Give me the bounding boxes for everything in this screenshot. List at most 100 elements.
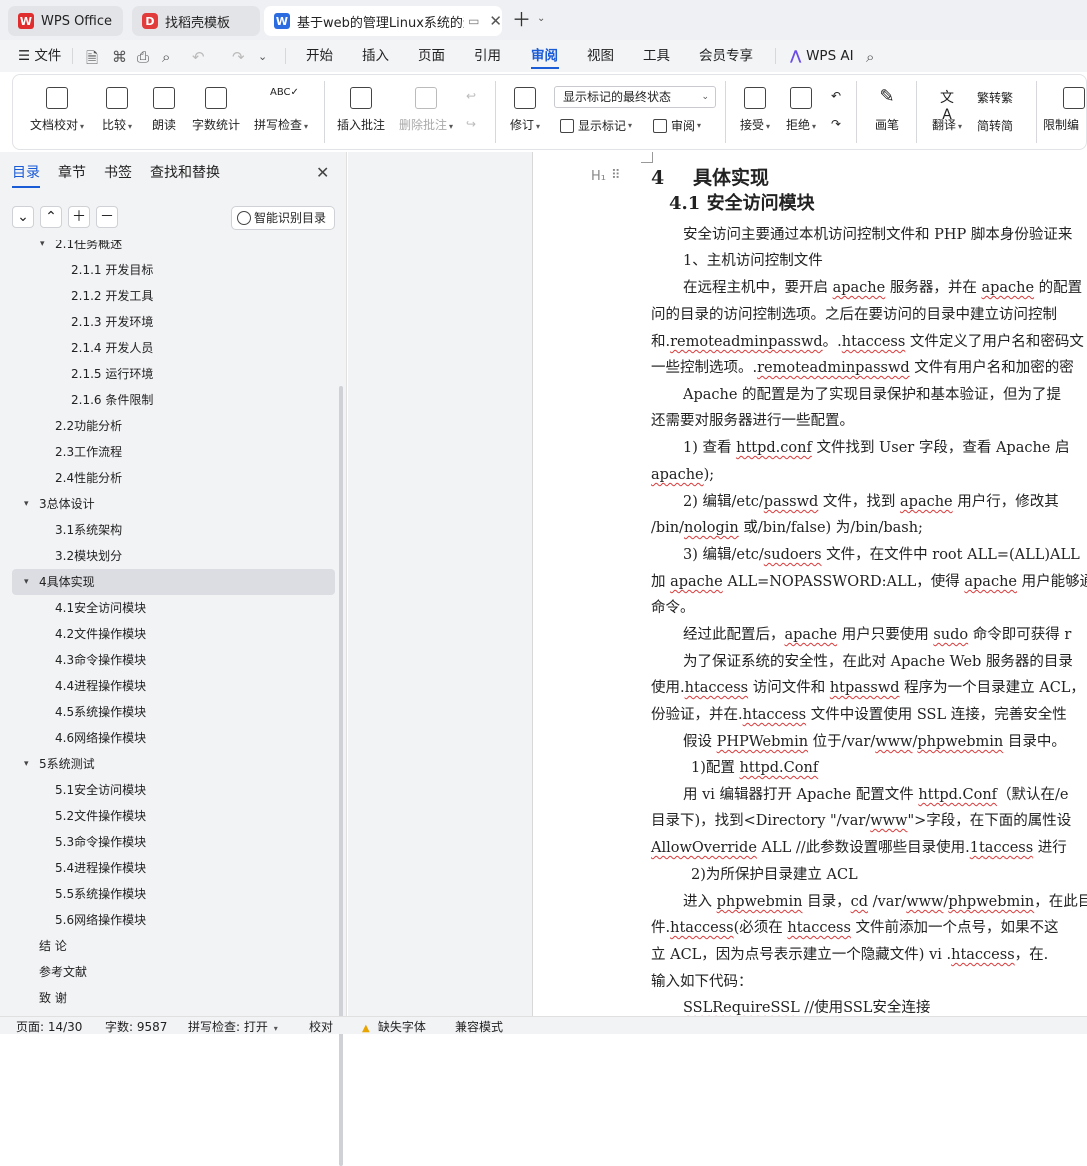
track-changes-button[interactable]: 修订 ▾ — [505, 87, 545, 133]
redo-icon[interactable]: ↷ — [232, 48, 245, 66]
toc-item[interactable]: 2.1.2 开发工具 — [0, 283, 336, 309]
delete-comment-button[interactable]: 删除批注 ▾ — [395, 87, 457, 133]
doc-check-button[interactable]: 文档校对 ▾ — [29, 87, 85, 133]
smart-toc-button[interactable]: 智能识别目录 — [231, 206, 335, 230]
toc-item[interactable]: 3.1系统架构 — [0, 517, 336, 543]
menu-tools[interactable]: 工具 — [643, 40, 670, 72]
toc-item[interactable]: ▾ 4具体实现 — [12, 569, 335, 595]
to-simplified-button[interactable]: 简 转简 — [977, 117, 1013, 134]
heading-style-icon[interactable]: H₁ — [591, 169, 606, 184]
word-count-status[interactable]: 字数: 9587 — [105, 1018, 167, 1035]
toc-item[interactable]: 2.1.4 开发人员 — [0, 335, 336, 361]
review-pane-button[interactable]: 审阅 ▾ — [653, 117, 701, 134]
toc-item[interactable]: 5.2文件操作模块 — [0, 803, 336, 829]
tab-chapters[interactable]: 章节 — [58, 162, 86, 182]
document-page[interactable]: H₁ ⠿ 4 具体实现 4.1 安全访问模块 安全访问主要通过本机访问控制文件和… — [532, 152, 1087, 1016]
toc-item[interactable]: 4.6网络操作模块 — [0, 725, 336, 751]
add-heading-button[interactable]: ＋ — [68, 206, 90, 228]
menu-view[interactable]: 视图 — [587, 40, 614, 72]
toc-item[interactable]: 5.4进程操作模块 — [0, 855, 336, 881]
toc-item[interactable]: 参考文献 — [0, 959, 336, 985]
toc-item[interactable]: 4.2文件操作模块 — [0, 621, 336, 647]
spell-check-status[interactable]: 拼写检查: 打开 ▾ — [188, 1018, 278, 1035]
markup-mode-value: 显示标记的最终状态 — [563, 90, 672, 104]
toc-item[interactable]: 2.4性能分析 — [0, 465, 336, 491]
tab-template[interactable]: D 找稻壳模板 — [132, 6, 260, 36]
expand-caret-icon[interactable]: ▾ — [24, 569, 29, 595]
insert-comment-button[interactable]: 插入批注 — [335, 87, 387, 133]
menu-member[interactable]: 会员专享 — [699, 40, 753, 72]
monitor-icon[interactable]: ▭ — [468, 14, 479, 28]
show-markup-button[interactable]: 显示标记 ▾ — [560, 117, 632, 134]
toc-item[interactable]: 5.5系统操作模块 — [0, 881, 336, 907]
toc-item[interactable]: 致 谢 — [0, 985, 336, 1011]
expand-caret-icon[interactable]: ▾ — [24, 751, 29, 777]
tab-wps-office[interactable]: W WPS Office — [8, 6, 123, 36]
more-chevron-icon[interactable]: ⌄ — [258, 50, 267, 63]
to-traditional-button[interactable]: 繁 转繁 — [977, 89, 1013, 106]
toc-item[interactable]: 结 论 — [0, 933, 336, 959]
close-tab-icon[interactable]: ✕ — [489, 12, 502, 30]
save-icon[interactable]: 🗎 — [86, 48, 98, 73]
toc-item[interactable]: 4.5系统操作模块 — [0, 699, 336, 725]
toc-item[interactable]: 2.2功能分析 — [0, 413, 336, 439]
new-tab-button[interactable]: ＋ — [512, 10, 531, 30]
proofread-status[interactable]: 校对 — [309, 1018, 333, 1035]
print-preview-icon[interactable]: ⌕ — [162, 48, 170, 66]
menu-home[interactable]: 开始 — [306, 40, 333, 72]
toc-item[interactable]: 2.1.6 条件限制 — [0, 387, 336, 413]
translate-button[interactable]: 文A 翻译 ▾ — [925, 87, 969, 133]
close-pane-icon[interactable]: ✕ — [316, 163, 329, 182]
toc-item[interactable]: 2.1.1 开发目标 — [0, 257, 336, 283]
expand-caret-icon[interactable]: ▾ — [24, 491, 29, 517]
share-icon[interactable]: ⌘ — [112, 48, 127, 66]
toc-item[interactable]: 3.2模块划分 — [0, 543, 336, 569]
toc-item[interactable]: 2.1.3 开发环境 — [0, 309, 336, 335]
drag-handle-icon[interactable]: ⠿ — [611, 168, 620, 183]
next-comment-icon[interactable]: ↪ — [466, 117, 476, 131]
menu-insert[interactable]: 插入 — [362, 40, 389, 72]
markup-mode-select[interactable]: 显示标记的最终状态 ⌄ — [554, 86, 716, 108]
print-icon[interactable]: ⎙ — [137, 48, 149, 66]
tab-bookmarks[interactable]: 书签 — [104, 162, 132, 182]
toc-item[interactable]: 4.1安全访问模块 — [0, 595, 336, 621]
menu-page[interactable]: 页面 — [418, 40, 445, 72]
reject-button[interactable]: 拒绝 ▾ — [781, 87, 821, 133]
spell-check-button[interactable]: ABC✓ 拼写检查 ▾ — [251, 87, 311, 133]
remove-heading-button[interactable]: － — [96, 206, 118, 228]
expand-chevron-icon[interactable]: ⌃ — [40, 206, 62, 228]
tab-list-chevron-icon[interactable]: ⌄ — [537, 13, 545, 24]
read-aloud-button[interactable]: 朗读 — [149, 87, 179, 133]
toc-item[interactable]: 4.4进程操作模块 — [0, 673, 336, 699]
prev-comment-icon[interactable]: ↩ — [466, 89, 476, 103]
tab-toc[interactable]: 目录 — [12, 162, 40, 182]
toc-item[interactable]: 5.3命令操作模块 — [0, 829, 336, 855]
collapse-chevron-icon[interactable]: ⌄ — [12, 206, 34, 228]
expand-caret-icon[interactable]: ▾ — [40, 240, 45, 257]
toc-item[interactable]: 2.3工作流程 — [0, 439, 336, 465]
tab-find-replace[interactable]: 查找和替换 — [150, 162, 220, 182]
page-indicator[interactable]: 页面: 14/30 — [16, 1018, 82, 1035]
file-menu[interactable]: ☰ 文件 — [18, 40, 61, 72]
toc-item[interactable]: 2.1.5 运行环境 — [0, 361, 336, 387]
tab-document[interactable]: W 基于web的管理Linux系统的远 ▭ ✕ — [264, 6, 502, 36]
toc-item[interactable]: ▾ 2.1任务概述 — [0, 240, 336, 257]
search-icon[interactable]: ⌕ — [866, 48, 874, 66]
toc-item[interactable]: ▾ 3总体设计 — [0, 491, 336, 517]
missing-font-status[interactable]: ▲ 缺失字体 — [362, 1018, 426, 1035]
accept-button[interactable]: 接受 ▾ — [735, 87, 775, 133]
word-count-button[interactable]: 字数统计 — [191, 87, 241, 133]
menu-references[interactable]: 引用 — [474, 40, 501, 72]
toc-item[interactable]: 5.1安全访问模块 — [0, 777, 336, 803]
toc-item[interactable]: 4.3命令操作模块 — [0, 647, 336, 673]
wps-ai-button[interactable]: ⋀ WPS AI — [790, 40, 854, 72]
prev-change-icon[interactable]: ↶ — [831, 89, 841, 103]
compare-button[interactable]: 比较 ▾ — [97, 87, 137, 133]
toc-item[interactable]: 5.6网络操作模块 — [0, 907, 336, 933]
toc-scrollbar[interactable] — [339, 386, 343, 1166]
restrict-edit-button[interactable]: 限制编 — [1043, 87, 1087, 133]
next-change-icon[interactable]: ↷ — [831, 117, 841, 131]
undo-icon[interactable]: ↶ — [192, 48, 205, 66]
pen-button[interactable]: ✎ 画笔 — [869, 87, 905, 133]
toc-item[interactable]: ▾ 5系统测试 — [0, 751, 336, 777]
